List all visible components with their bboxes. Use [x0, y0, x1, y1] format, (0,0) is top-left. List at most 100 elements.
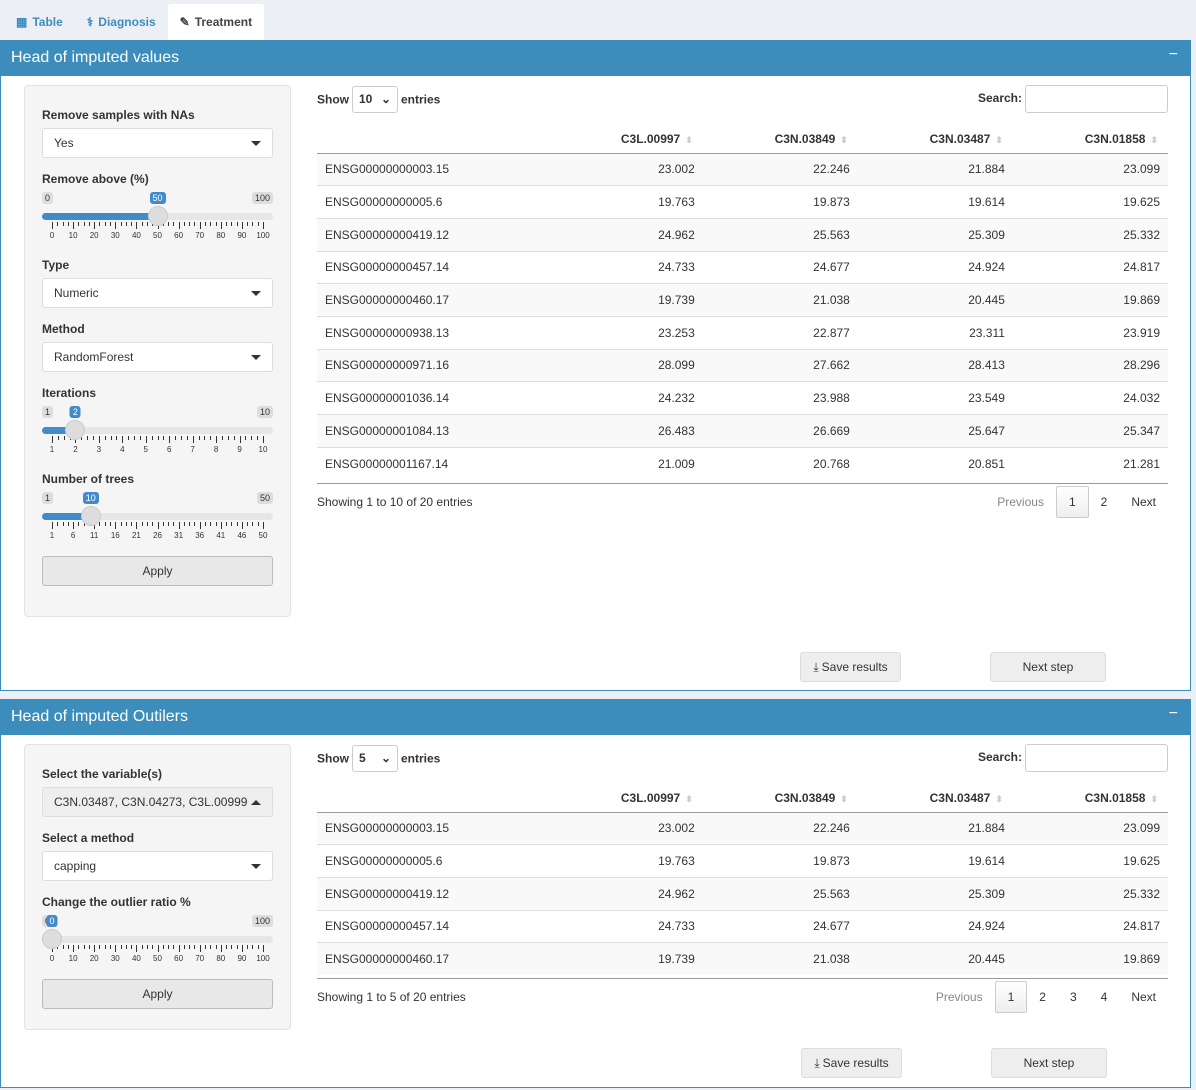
method-select[interactable]: RandomForest	[42, 342, 273, 372]
gene-id: ENSG00000001084.13	[317, 414, 550, 448]
slider-tick	[189, 522, 191, 526]
slider-track[interactable]	[42, 936, 273, 943]
cell-value: 19.625	[1012, 844, 1168, 878]
next-button[interactable]: Next	[1119, 487, 1168, 517]
slider-tick	[199, 222, 201, 229]
column-header[interactable]: C3L.00997 ⬍	[549, 125, 703, 154]
minimize-button[interactable]: −	[1169, 46, 1178, 64]
slider-value-label: 2	[69, 406, 81, 418]
slider-tick	[210, 945, 212, 949]
next-step-button[interactable]: Next step	[991, 1048, 1107, 1078]
na-select[interactable]: Yes	[42, 128, 273, 158]
column-label: C3N.03849	[774, 790, 836, 805]
column-header[interactable]: C3N.03487 ⬍	[857, 784, 1013, 813]
slider-tick	[93, 436, 95, 440]
slider-tick	[141, 222, 143, 226]
slider-tick-label: 6	[166, 445, 172, 454]
slider-tick	[189, 945, 191, 949]
chevron-down-icon: ⌄	[380, 751, 391, 765]
slider-tick	[99, 945, 101, 949]
column-header[interactable]: C3N.01858 ⬍	[1012, 125, 1168, 154]
column-header[interactable]: C3N.03487 ⬍	[857, 125, 1013, 154]
cell-value: 25.647	[857, 414, 1013, 448]
slider-tick-label: 100	[256, 231, 270, 240]
column-header[interactable]: C3L.00997 ⬍	[549, 784, 703, 813]
slider-tick	[115, 522, 117, 529]
page-button[interactable]: 2	[1027, 982, 1058, 1012]
tab-diagnosis[interactable]: ⚕ Diagnosis	[75, 4, 168, 40]
apply-button[interactable]: Apply	[42, 979, 273, 1009]
slider-handle[interactable]	[42, 929, 62, 949]
cell-value: 24.924	[857, 909, 1013, 943]
variables-label: Select the variable(s)	[42, 767, 163, 781]
sort-icon: ⬍	[995, 134, 1003, 145]
column-header[interactable]: C3N.03849 ⬍	[702, 784, 858, 813]
cell-value: 21.884	[857, 812, 1013, 845]
entries-select[interactable]: 10 ⌄	[352, 85, 398, 113]
slider-tick	[204, 522, 206, 526]
slider-tick	[125, 945, 127, 949]
remove-above-slider[interactable]: 0 100 50 0 10 20 30 40 50 60 70 80 90 100	[42, 192, 273, 244]
tab-table[interactable]: ▦ Table	[4, 4, 75, 40]
slider-handle[interactable]	[80, 506, 101, 526]
box-header: Head of imputed values −	[1, 40, 1190, 76]
slider-tick	[221, 436, 223, 440]
trees-slider[interactable]: 1 50 10 1 6 11 16 21 26 31 36 41 46 50	[42, 492, 273, 544]
slider-tick-label: 1	[49, 531, 55, 540]
previous-button[interactable]: Previous	[924, 982, 995, 1012]
cell-value: 25.332	[1012, 876, 1168, 911]
slider-tick-label: 90	[237, 231, 247, 240]
page-button[interactable]: 3	[1058, 982, 1089, 1012]
iterations-slider[interactable]: 1 10 2 1 2 3 4 5 6 7 8 9 10	[42, 406, 273, 458]
column-header[interactable]: C3N.03849 ⬍	[702, 125, 858, 154]
save-results-button[interactable]: ⤓ Save results	[800, 652, 901, 682]
slider-tick	[178, 522, 180, 529]
slider-tick	[263, 436, 264, 443]
slider-max-label: 50	[256, 492, 273, 504]
remove-label: Remove above (%)	[42, 172, 149, 186]
apply-button[interactable]: Apply	[42, 556, 273, 586]
column-header	[317, 784, 550, 813]
next-button[interactable]: Next	[1119, 982, 1168, 1012]
next-step-button[interactable]: Next step	[990, 652, 1106, 682]
slider-handle[interactable]	[147, 206, 168, 226]
slider-tick	[168, 222, 170, 226]
slider-tick	[231, 222, 233, 226]
slider-tick	[57, 522, 59, 526]
slider-tick-label: 50	[153, 231, 162, 240]
table-row: ENSG00000000419.12 24.962 25.563 25.309 25.3…	[317, 876, 1168, 911]
type-select[interactable]: Numeric	[42, 278, 273, 308]
search-input[interactable]	[1025, 85, 1168, 113]
slider-tick-label: 8	[213, 445, 219, 454]
page-button[interactable]: 2	[1089, 487, 1120, 517]
page-button[interactable]: 4	[1089, 982, 1120, 1012]
gene-id: ENSG00000000938.13	[317, 315, 550, 350]
slider-handle[interactable]	[65, 420, 86, 440]
slider-tick	[73, 945, 75, 952]
slider-tick	[227, 436, 229, 440]
save-results-button[interactable]: ⤓ Save results	[801, 1048, 902, 1078]
imputed-values-box: Head of imputed values − Remove samples w…	[0, 40, 1191, 691]
download-icon: ⤓	[813, 659, 819, 674]
slider-tick	[128, 436, 130, 440]
tab-treatment[interactable]: ✎ Treatment	[167, 4, 265, 40]
outlier-ratio-slider[interactable]: 0 100 0 0102030405060708090100	[42, 915, 273, 967]
page-button[interactable]: 1	[1055, 485, 1089, 518]
minimize-button[interactable]: −	[1169, 705, 1178, 723]
cell-value: 20.445	[857, 283, 1013, 317]
previous-button[interactable]: Previous	[985, 487, 1056, 517]
slider-tick-label: 100	[256, 954, 270, 963]
show-label: Show	[317, 92, 349, 106]
column-header[interactable]: C3N.01858 ⬍	[1012, 784, 1168, 813]
search-input[interactable]	[1025, 744, 1168, 772]
entries-select[interactable]: 5 ⌄	[352, 744, 398, 772]
show-label: Show	[317, 751, 349, 765]
outlier-method-select[interactable]: capping	[42, 851, 273, 881]
slider-tick-label: 5	[143, 445, 148, 454]
slider-tick	[183, 222, 185, 226]
page-button[interactable]: 1	[994, 981, 1028, 1014]
variables-select[interactable]: C3N.03487, C3N.04273, C3L.00999	[42, 787, 273, 817]
cell-value: 24.817	[1012, 909, 1168, 943]
slider-tick-label: 60	[174, 954, 184, 963]
table-info: Showing 1 to 10 of 20 entries	[317, 494, 473, 509]
